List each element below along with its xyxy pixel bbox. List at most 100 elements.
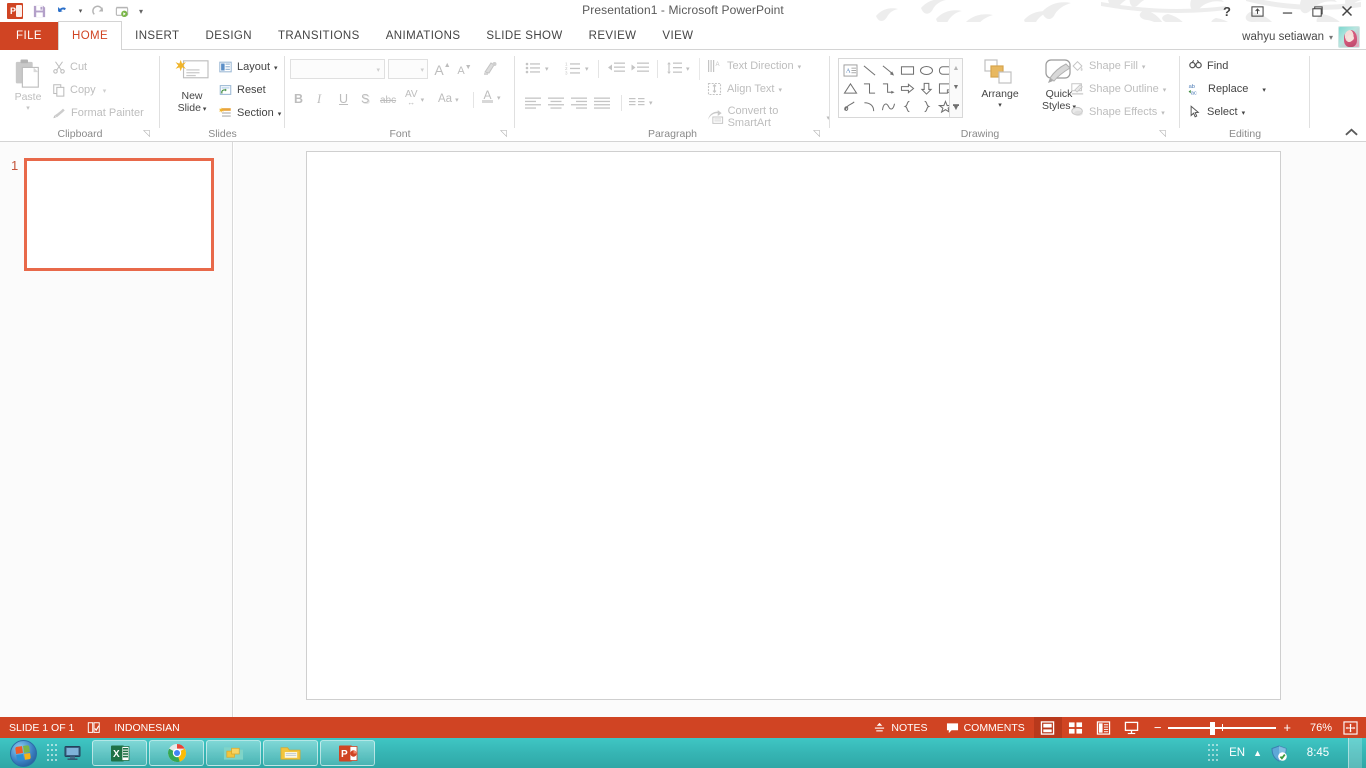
columns-dropdown-icon[interactable]: ▾	[649, 100, 653, 107]
restore-icon[interactable]	[1302, 1, 1332, 21]
line-spacing-button[interactable]: ▾	[666, 61, 690, 75]
show-hidden-icons-icon[interactable]: ▲	[1253, 748, 1262, 758]
line-spacing-dropdown-icon[interactable]: ▾	[686, 66, 690, 73]
slide-canvas-area[interactable]	[234, 142, 1366, 717]
taskbar-powerpoint[interactable]: P	[320, 740, 375, 766]
gallery-scroll-up-icon[interactable]: ▲	[950, 59, 962, 78]
shape-outline-dropdown-icon[interactable]: ▾	[1163, 87, 1167, 94]
section-dropdown-icon[interactable]: ▾	[278, 111, 282, 118]
tab-file[interactable]: FILE	[0, 22, 58, 50]
shape-rectangle[interactable]	[898, 61, 917, 79]
font-name-input[interactable]: ▾	[290, 59, 385, 79]
shape-scribble[interactable]	[841, 97, 860, 115]
collapse-ribbon-icon[interactable]	[1345, 128, 1358, 140]
strikethrough-button[interactable]: abc	[380, 95, 396, 106]
align-text-dropdown-icon[interactable]: ▾	[779, 87, 783, 94]
bold-button[interactable]: B	[294, 92, 303, 106]
tab-slide-show[interactable]: SLIDE SHOW	[473, 22, 575, 50]
reset-button[interactable]: Reset	[218, 83, 266, 97]
shape-fill-dropdown-icon[interactable]: ▾	[1142, 64, 1146, 71]
shape-triangle[interactable]	[841, 79, 860, 97]
font-color-dropdown-icon[interactable]: ▾	[497, 95, 501, 102]
tab-home[interactable]: HOME	[58, 21, 123, 50]
normal-view-button[interactable]	[1033, 717, 1062, 738]
zoom-slider-handle[interactable]	[1210, 721, 1216, 735]
security-shield-icon[interactable]	[1270, 744, 1288, 762]
grow-font-button[interactable]: A ▲	[433, 60, 452, 79]
slide-show-button[interactable]	[1118, 717, 1146, 738]
slide-count-indicator[interactable]: SLIDE 1 OF 1	[0, 717, 83, 738]
tray-language-indicator[interactable]: EN	[1229, 747, 1245, 759]
font-size-dropdown-icon[interactable]: ▾	[420, 67, 424, 74]
convert-smartart-button[interactable]: Convert to SmartArt ▾	[707, 105, 830, 129]
align-text-button[interactable]: Align Text ▾	[707, 82, 782, 96]
fit-slide-to-window-icon[interactable]	[1343, 720, 1358, 735]
close-icon[interactable]	[1332, 1, 1362, 21]
columns-button[interactable]: ▾	[629, 96, 653, 108]
decrease-indent-button[interactable]	[607, 61, 625, 80]
paste-button[interactable]: Paste ▾	[6, 58, 50, 112]
arrange-dropdown-icon[interactable]: ▾	[998, 102, 1002, 109]
find-button[interactable]: Find	[1188, 59, 1228, 73]
shape-effects-dropdown-icon[interactable]: ▾	[1161, 110, 1165, 117]
zoom-level-label[interactable]: 76%	[1298, 722, 1332, 734]
slide-thumbnail-1[interactable]	[24, 158, 214, 271]
text-direction-dropdown-icon[interactable]: ▾	[798, 64, 802, 71]
slide-sorter-view-button[interactable]	[1062, 717, 1090, 738]
help-icon[interactable]: ?	[1212, 1, 1242, 21]
minimize-icon[interactable]	[1272, 1, 1302, 21]
tray-clock[interactable]: 8:45	[1296, 747, 1340, 759]
numbering-button[interactable]: 123 ▾	[565, 61, 589, 76]
section-button[interactable]: Section ▾	[218, 106, 281, 120]
shape-left-brace[interactable]	[898, 97, 917, 115]
shape-outline-button[interactable]: Shape Outline ▾	[1070, 82, 1166, 96]
increase-indent-button[interactable]	[631, 61, 649, 80]
shape-line[interactable]	[860, 61, 879, 79]
taskbar-excel[interactable]: X	[92, 740, 147, 766]
tab-insert[interactable]: INSERT	[122, 22, 192, 50]
gallery-more-icon[interactable]: ▬ ▼	[950, 98, 962, 117]
account-area[interactable]: wahyu setiawan ▾	[1242, 26, 1360, 48]
align-left-button[interactable]	[525, 96, 541, 114]
comments-button[interactable]: COMMENTS	[937, 717, 1034, 738]
shapes-gallery[interactable]: A ▲ ▼ ▬ ▼	[838, 58, 963, 118]
text-shadow-button[interactable]: S	[361, 92, 369, 106]
shape-elbow-connector[interactable]	[860, 79, 879, 97]
zoom-out-button[interactable]: −	[1154, 720, 1162, 735]
cut-button[interactable]: Cut	[52, 60, 87, 74]
reading-view-button[interactable]	[1090, 717, 1118, 738]
paste-dropdown-icon[interactable]: ▾	[26, 105, 30, 112]
format-painter-button[interactable]: Format Painter	[52, 106, 144, 120]
font-dialog-launcher[interactable]: ◹	[498, 128, 509, 139]
copy-button[interactable]: Copy ▾	[52, 83, 106, 97]
new-slide-dropdown-icon[interactable]: ▾	[203, 106, 207, 113]
paragraph-dialog-launcher[interactable]: ◹	[811, 128, 822, 139]
shape-effects-button[interactable]: Shape Effects ▾	[1070, 105, 1165, 119]
font-size-input[interactable]: ▾	[388, 59, 428, 79]
clipboard-dialog-launcher[interactable]: ◹	[141, 128, 152, 139]
language-indicator[interactable]: INDONESIAN	[105, 717, 188, 738]
tab-review[interactable]: REVIEW	[576, 22, 650, 50]
show-desktop-icon[interactable]	[1348, 738, 1362, 768]
tab-design[interactable]: DESIGN	[192, 22, 265, 50]
numbering-dropdown-icon[interactable]: ▾	[585, 66, 589, 73]
select-button[interactable]: Select ▾	[1188, 105, 1245, 119]
zoom-in-button[interactable]: +	[1283, 720, 1291, 735]
bullets-dropdown-icon[interactable]: ▾	[545, 66, 549, 73]
tab-view[interactable]: VIEW	[649, 22, 706, 50]
drawing-dialog-launcher[interactable]: ◹	[1157, 128, 1168, 139]
font-name-dropdown-icon[interactable]: ▾	[376, 67, 380, 74]
change-case-button[interactable]: Aa ▾	[438, 93, 459, 105]
shape-fill-button[interactable]: Shape Fill ▾	[1070, 59, 1145, 73]
spellcheck-button[interactable]	[83, 717, 105, 738]
tab-animations[interactable]: ANIMATIONS	[373, 22, 474, 50]
shape-curve[interactable]	[879, 97, 898, 115]
character-spacing-dropdown-icon[interactable]: ▾	[421, 97, 425, 104]
notes-button[interactable]: NOTES	[864, 717, 936, 738]
copy-dropdown-icon[interactable]: ▾	[103, 88, 107, 95]
align-right-button[interactable]	[571, 96, 587, 114]
shape-down-arrow[interactable]	[917, 79, 936, 97]
justify-button[interactable]	[594, 96, 610, 114]
replace-dropdown-icon[interactable]: ▾	[1262, 87, 1266, 94]
ribbon-display-options-icon[interactable]	[1242, 1, 1272, 21]
